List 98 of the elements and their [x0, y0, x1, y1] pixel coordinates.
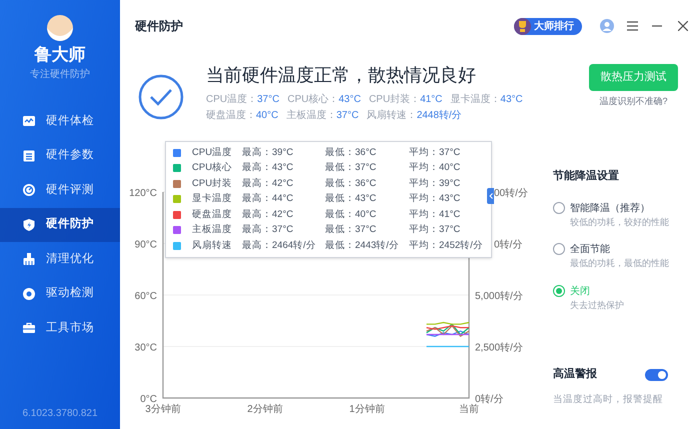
- reading-text: CPU核心：43°C: [287, 92, 361, 107]
- option-label: 智能降温（推荐）: [570, 202, 651, 216]
- legend-text: 最高：42°C: [242, 176, 294, 191]
- legend-text: 最低：40°C: [325, 208, 378, 222]
- legend-text: 主板温度: [192, 223, 233, 238]
- legend-text: 最低：43°C: [325, 192, 378, 206]
- axis-label: 5,000转/分: [475, 291, 523, 302]
- reading-text: 主板温度：37°C: [286, 108, 359, 123]
- radio-button[interactable]: [553, 243, 565, 255]
- toolbox-icon: [22, 321, 36, 336]
- close-icon[interactable]: [678, 21, 688, 31]
- legend-text: 最低：36°C: [325, 176, 378, 191]
- legend-text: 平均：2452转/分: [409, 238, 483, 253]
- legend-text: 平均：39°C: [409, 176, 460, 191]
- sidebar-item[interactable]: 清理优化: [0, 242, 120, 276]
- legend-text: 最高：42°C: [242, 208, 294, 222]
- sidebar-item[interactable]: 工具市场: [0, 311, 120, 346]
- legend-swatch: [173, 164, 181, 172]
- legend-text: 最低：36°C: [325, 146, 378, 160]
- chevron-left-icon: [488, 193, 492, 199]
- sidebar-item[interactable]: 硬件参数: [0, 138, 120, 173]
- section-title: 节能降温设置: [553, 168, 620, 184]
- legend-text: 平均：40°C: [409, 161, 460, 176]
- alert-toggle[interactable]: [645, 368, 668, 380]
- page-title: 硬件防护: [135, 18, 183, 35]
- legend-text: 最高：37°C: [242, 223, 294, 238]
- legend-text: CPU温度: [192, 146, 234, 160]
- axis-label: 30°C: [134, 342, 157, 354]
- reading-text: CPU封装：41°C: [368, 92, 442, 107]
- list-icon: [22, 148, 36, 163]
- check-circle-icon: [138, 74, 184, 120]
- axis-label: 3分钟前: [145, 404, 181, 415]
- legend-swatch: [173, 226, 181, 234]
- alert-label: 高温警报: [553, 366, 597, 382]
- legend-text: 平均：43°C: [409, 192, 460, 206]
- legend-text: 最高：44°C: [242, 192, 294, 206]
- minimize-icon[interactable]: [652, 25, 662, 27]
- option-label: 全面节能: [570, 242, 611, 257]
- option-label: 关闭: [570, 284, 591, 298]
- axis-label: 当前: [459, 404, 479, 415]
- accuracy-link[interactable]: 温度识别不准确?: [599, 95, 668, 108]
- legend-text: 平均：37°C: [409, 223, 460, 238]
- menu-icon[interactable]: [627, 21, 638, 31]
- reading-text: CPU温度：37°C: [206, 92, 280, 107]
- legend-swatch: [173, 195, 181, 204]
- legend-text: 显卡温度: [192, 192, 233, 206]
- gear-icon: [22, 286, 36, 301]
- gauge-icon: [22, 183, 36, 198]
- reading-text: 硬盘温度：40°C: [206, 108, 278, 123]
- legend-swatch: [173, 242, 181, 250]
- legend-text: 硬盘温度: [192, 208, 233, 222]
- radio-button[interactable]: [553, 202, 565, 214]
- legend-text: CPU封装: [192, 176, 234, 191]
- trophy-icon: [514, 18, 531, 34]
- tagline: 专注硬件防护: [30, 68, 90, 82]
- option-description: 失去过热保护: [570, 298, 624, 312]
- status-headline: 当前硬件温度正常，散热情况良好: [206, 64, 477, 87]
- option-description: 较低的功耗，较好的性能: [570, 216, 669, 228]
- axis-label: 0转/分: [475, 394, 504, 405]
- version-text: 6.1023.3780.821: [22, 407, 98, 421]
- legend-text: 最高：43°C: [242, 161, 294, 176]
- reading-text: 风扇转速：2448转/分: [366, 108, 462, 123]
- sidebar-item[interactable]: 硬件评测: [0, 173, 120, 208]
- legend-text: 最低：37°C: [325, 223, 378, 238]
- axis-label: 0°C: [140, 394, 157, 405]
- shield-icon: [22, 218, 36, 232]
- sidebar-item[interactable]: 驱动检测: [0, 276, 120, 311]
- legend-text: 风扇转速: [192, 238, 233, 253]
- axis-label: 0转/分: [494, 240, 522, 250]
- legend-text: CPU核心: [192, 161, 234, 176]
- user-icon[interactable]: [600, 19, 614, 33]
- brush-icon: [22, 252, 36, 266]
- monitor-icon: [22, 114, 36, 128]
- option-description: 最低的功耗，最低的性能: [570, 257, 669, 270]
- legend-swatch: [173, 148, 181, 157]
- sidebar-item[interactable]: 硬件体检: [0, 104, 120, 138]
- axis-label: 2分钟前: [247, 404, 283, 415]
- legend-text: 平均：37°C: [409, 146, 460, 160]
- alert-description: 当温度过高时，报警提醒: [553, 392, 664, 407]
- axis-label: 60°C: [134, 291, 157, 302]
- reading-text: 显卡温度：43°C: [450, 92, 523, 107]
- legend-text: 最高：39°C: [242, 146, 294, 160]
- axis-label: 120°C: [129, 188, 157, 199]
- axis-label: 1分钟前: [349, 404, 385, 415]
- brand-name: 鲁大师: [34, 46, 86, 63]
- sidebar-item[interactable]: 硬件防护: [0, 208, 120, 242]
- legend-swatch: [173, 180, 181, 188]
- legend-text: 最高：2464转/分: [242, 238, 317, 253]
- collapse-handle[interactable]: [487, 188, 494, 204]
- legend-text: 平均：41°C: [409, 208, 460, 222]
- legend-text: 最低：2443转/分: [325, 238, 400, 253]
- axis-label: 2,500转/分: [475, 342, 523, 354]
- legend-text: 最低：37°C: [325, 161, 378, 176]
- radio-button[interactable]: [553, 284, 565, 296]
- legend-swatch: [173, 210, 181, 219]
- axis-label: 00转/分: [494, 188, 528, 199]
- rank-button[interactable]: 大师排行: [514, 18, 582, 34]
- axis-label: 90°C: [134, 240, 157, 250]
